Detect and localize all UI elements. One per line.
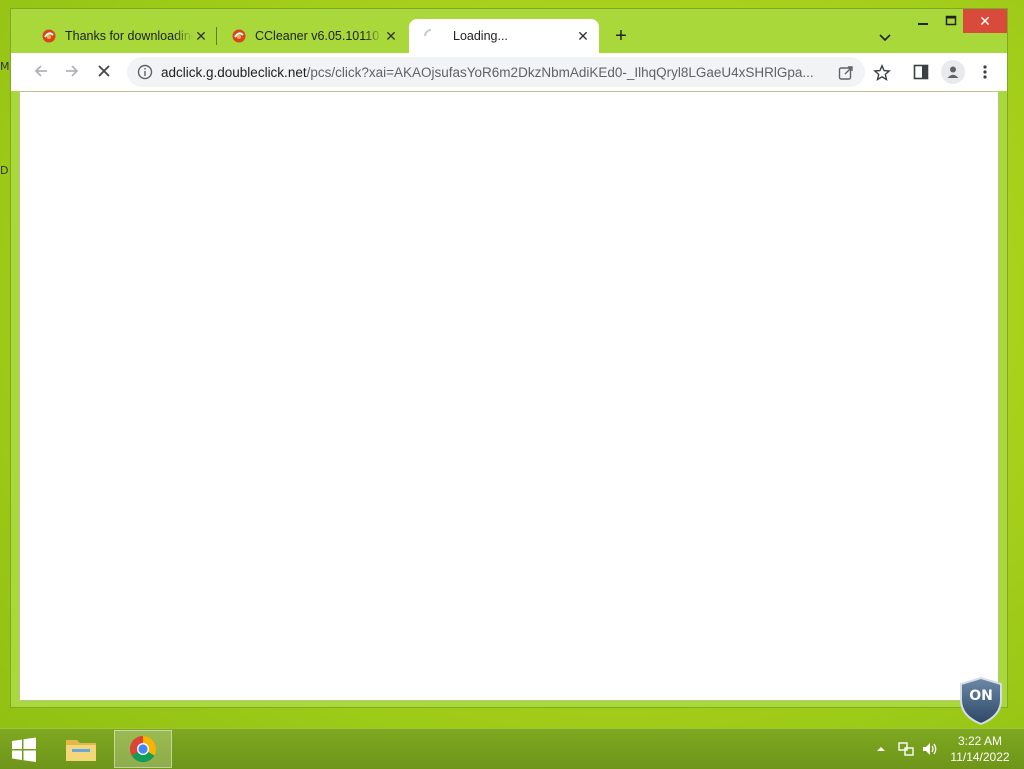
bookmark-star-icon[interactable] <box>873 64 891 82</box>
more-menu-icon[interactable] <box>975 62 995 82</box>
maximize-button[interactable] <box>939 9 963 33</box>
back-arrow-icon <box>34 65 47 77</box>
show-hidden-icons-icon[interactable] <box>874 729 888 769</box>
tab-title: Thanks for downloading <box>65 29 193 43</box>
security-shield-badge[interactable]: ON <box>958 676 1004 726</box>
tab-loading[interactable]: Loading... ✕ <box>409 19 599 53</box>
browser-toolbar: adclick.g.doubleclick.net/pcs/click?xai=… <box>11 53 1007 91</box>
page-content-area[interactable] <box>19 91 999 701</box>
tab-strip: Thanks for downloading ✕ CCleaner v6.05.… <box>11 9 1007 53</box>
url-path: /pcs/click?xai=AKAOjsufasYoR6m2DkzNbmAdi… <box>306 64 814 80</box>
new-tab-button[interactable]: + <box>611 26 631 46</box>
ccleaner-icon <box>231 28 247 44</box>
close-tab-icon[interactable]: ✕ <box>193 28 209 44</box>
shield-badge-text: ON <box>969 688 993 704</box>
windows-logo-icon <box>12 737 36 762</box>
url-host: adclick.g.doubleclick.net <box>161 64 307 80</box>
share-icon[interactable] <box>837 64 855 82</box>
browser-window: Thanks for downloading ✕ CCleaner v6.05.… <box>10 8 1008 708</box>
close-window-button[interactable]: ✕ <box>963 9 1007 33</box>
folder-icon <box>66 740 96 761</box>
windows-start-button[interactable] <box>8 737 40 763</box>
close-tab-icon[interactable]: ✕ <box>575 28 591 44</box>
desktop-icon-label: M <box>0 60 10 73</box>
desktop-icon-label: D <box>0 164 9 177</box>
clock-date: 11/14/2022 <box>950 750 1010 764</box>
forward-arrow-icon <box>66 65 79 77</box>
network-icon[interactable] <box>896 729 916 769</box>
profile-avatar-icon[interactable] <box>941 60 965 84</box>
site-info-icon[interactable] <box>137 64 153 80</box>
side-panel-icon[interactable] <box>911 62 931 82</box>
stop-loading-button[interactable] <box>90 57 118 85</box>
system-clock[interactable]: 3:22 AM 11/14/2022 <box>944 733 1016 765</box>
file-explorer-taskbar-button[interactable] <box>52 730 110 768</box>
chrome-taskbar-button[interactable] <box>114 730 172 768</box>
close-tab-icon[interactable]: ✕ <box>383 28 399 44</box>
tab-ccleaner[interactable]: CCleaner v6.05.10110 ✕ <box>217 19 407 53</box>
url-text[interactable]: adclick.g.doubleclick.net/pcs/click?xai=… <box>161 65 829 80</box>
chrome-icon <box>129 735 157 763</box>
ccleaner-icon <box>41 28 57 44</box>
taskbar: 3:22 AM 11/14/2022 <box>0 728 1024 769</box>
loading-spinner-icon <box>423 28 439 44</box>
clock-time: 3:22 AM <box>957 734 1003 748</box>
tab-title: Loading... <box>453 29 508 43</box>
minimize-button[interactable] <box>911 9 935 33</box>
forward-button[interactable] <box>58 57 86 85</box>
volume-icon[interactable] <box>920 729 940 769</box>
back-button[interactable] <box>27 57 55 85</box>
tab-thanks-for-downloading[interactable]: Thanks for downloading ✕ <box>27 19 217 53</box>
tab-title: CCleaner v6.05.10110 <box>255 29 380 43</box>
tab-search-chevron-icon[interactable] <box>877 29 893 45</box>
address-bar[interactable]: adclick.g.doubleclick.net/pcs/click?xai=… <box>127 57 865 87</box>
stop-icon <box>98 65 110 77</box>
